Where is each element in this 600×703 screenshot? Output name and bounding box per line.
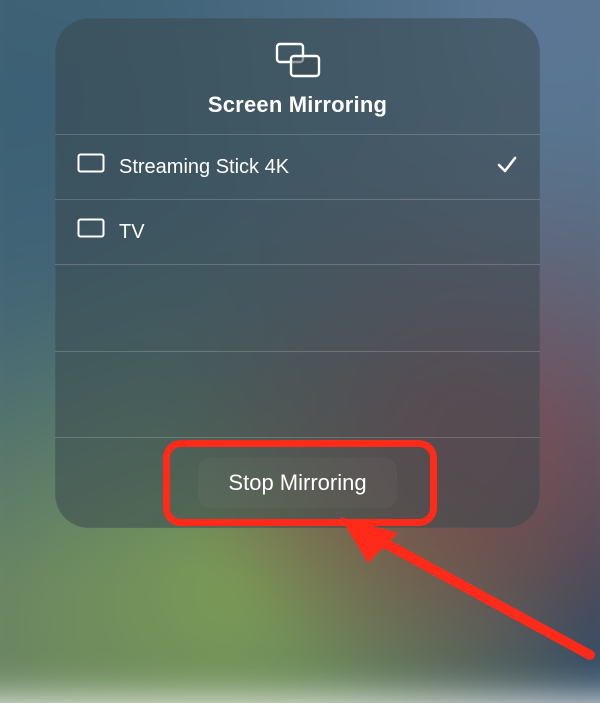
panel-footer: Stop Mirroring (55, 437, 540, 528)
device-list: Streaming Stick 4K TV (55, 134, 540, 437)
screen-mirroring-panel: Screen Mirroring Streaming Stick 4K (55, 18, 540, 528)
device-row[interactable]: Streaming Stick 4K (55, 134, 540, 199)
empty-row (55, 351, 540, 438)
stop-mirroring-button[interactable]: Stop Mirroring (198, 458, 396, 508)
device-label: Streaming Stick 4K (119, 156, 496, 179)
display-icon (77, 153, 105, 181)
device-row[interactable]: TV (55, 199, 540, 264)
device-label: TV (119, 221, 518, 244)
empty-row (55, 264, 540, 351)
screen-mirroring-icon (275, 42, 321, 78)
checkmark-icon (496, 153, 518, 181)
display-icon (77, 218, 105, 246)
panel-title: Screen Mirroring (208, 92, 387, 118)
panel-header: Screen Mirroring (55, 18, 540, 134)
